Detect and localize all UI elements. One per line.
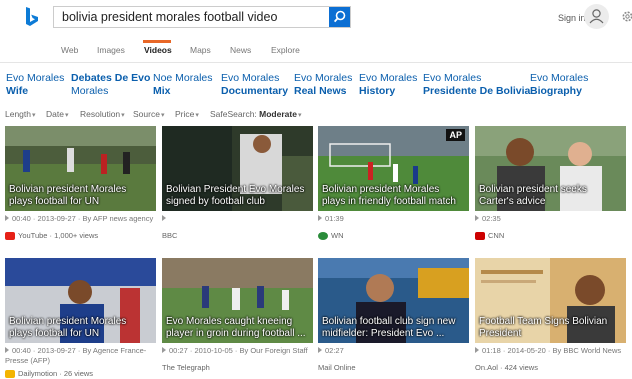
- chevron-down-icon: ▾: [32, 112, 36, 119]
- video-card[interactable]: Evo Morales caught kneeing player in gro…: [162, 258, 313, 372]
- related-search-item[interactable]: Debates De Evo Morales: [71, 72, 150, 98]
- ap-badge: AP: [446, 129, 465, 141]
- play-icon: [318, 347, 322, 353]
- video-card[interactable]: Football Team Signs Bolivian President 0…: [475, 258, 626, 372]
- related-search-item[interactable]: Evo Morales Presidente De Bolivia: [423, 72, 530, 98]
- filter-length[interactable]: Length▾: [5, 109, 36, 119]
- video-meta: 00:27 · 2010-10-05 · By Our Foreign Staf…: [162, 346, 313, 356]
- related-search-item[interactable]: Evo Morales History: [359, 72, 417, 98]
- related-search-item[interactable]: Evo Morales Wife: [6, 72, 64, 98]
- video-title[interactable]: Bolivian football club sign new midfield…: [318, 314, 469, 343]
- gear-icon[interactable]: [621, 10, 632, 23]
- play-icon: [5, 347, 9, 353]
- filter-safesearch[interactable]: SafeSearch: Moderate▾: [210, 109, 301, 119]
- video-meta: [162, 214, 313, 224]
- related-search-item[interactable]: Evo Morales Documentary: [221, 72, 288, 98]
- video-meta: 00:40 · 2013-09-27 · By Agence France-: [5, 346, 156, 356]
- video-title[interactable]: Football Team Signs Bolivian President: [475, 314, 626, 343]
- play-icon: [162, 215, 166, 221]
- video-source[interactable]: On.Aol · 424 views: [475, 363, 626, 372]
- chevron-down-icon: ▾: [195, 112, 199, 119]
- youtube-icon: [5, 231, 15, 240]
- tab-explore[interactable]: Explore: [271, 45, 300, 55]
- search-button[interactable]: [329, 7, 350, 27]
- video-title[interactable]: Bolivian president Morales plays in frie…: [318, 182, 469, 211]
- video-meta: 00:40 · 2013-09-27 · By AFP news agency: [5, 214, 156, 224]
- search-icon: [333, 10, 346, 23]
- video-meta: 01:39: [318, 214, 469, 224]
- video-source[interactable]: WN: [318, 231, 469, 240]
- play-icon: [475, 347, 479, 353]
- video-source[interactable]: BBC: [162, 231, 313, 240]
- avatar-button[interactable]: [584, 4, 609, 29]
- related-search-item[interactable]: Evo Morales Biography: [530, 72, 588, 98]
- video-thumbnail[interactable]: Bolivian president Morales plays footbal…: [5, 258, 156, 343]
- chevron-down-icon: ▾: [64, 112, 69, 119]
- play-icon: [318, 215, 322, 221]
- wn-icon: [318, 231, 328, 240]
- tab-videos[interactable]: Videos: [144, 45, 172, 55]
- video-card[interactable]: Bolivian President Evo Morales signed by…: [162, 126, 313, 240]
- video-card[interactable]: AP Bolivian president Morales plays in f…: [318, 126, 469, 240]
- video-title[interactable]: Bolivian president seeks Carter's advice: [475, 182, 626, 211]
- chevron-down-icon: ▾: [297, 112, 302, 119]
- video-thumbnail[interactable]: Bolivian President Evo Morales signed by…: [162, 126, 313, 211]
- video-thumbnail[interactable]: Football Team Signs Bolivian President: [475, 258, 626, 343]
- tab-maps[interactable]: Maps: [190, 45, 211, 55]
- video-title[interactable]: Evo Morales caught kneeing player in gro…: [162, 314, 313, 343]
- search-input[interactable]: bolivia president morales football video: [62, 10, 277, 24]
- filter-price[interactable]: Price▾: [175, 109, 199, 119]
- video-card[interactable]: Bolivian president Morales plays footbal…: [5, 126, 156, 240]
- header-divider: [0, 62, 632, 63]
- tab-web[interactable]: Web: [61, 45, 78, 55]
- chevron-down-icon: ▾: [121, 112, 125, 119]
- video-card[interactable]: Bolivian football club sign new midfield…: [318, 258, 469, 372]
- video-source[interactable]: Dailymotion · 26 views: [5, 369, 156, 378]
- video-source[interactable]: The Telegraph: [162, 363, 313, 372]
- filter-resolution[interactable]: Resolution▾: [80, 109, 125, 119]
- video-meta: 02:35: [475, 214, 626, 224]
- video-thumbnail[interactable]: Bolivian president seeks Carter's advice: [475, 126, 626, 211]
- filter-date[interactable]: Date▾: [46, 109, 68, 119]
- filter-source[interactable]: Source▾: [133, 109, 164, 119]
- user-icon: [589, 9, 604, 24]
- video-meta: 02:27: [318, 346, 469, 356]
- related-search-item[interactable]: Noe Morales Mix: [153, 72, 213, 98]
- sign-in-link[interactable]: Sign in: [558, 13, 586, 23]
- video-card[interactable]: Bolivian president Morales plays footbal…: [5, 258, 156, 378]
- related-search-item[interactable]: Evo Morales Real News: [294, 72, 352, 98]
- search-box[interactable]: bolivia president morales football video: [53, 6, 351, 28]
- video-source[interactable]: YouTube · 1,000+ views: [5, 231, 156, 240]
- active-tab-indicator: [143, 40, 171, 43]
- tab-images[interactable]: Images: [97, 45, 125, 55]
- play-icon: [162, 347, 166, 353]
- video-card[interactable]: Bolivian president seeks Carter's advice…: [475, 126, 626, 240]
- video-source[interactable]: Mail Online: [318, 363, 469, 372]
- bing-logo[interactable]: [24, 6, 40, 30]
- play-icon: [5, 215, 9, 221]
- tab-news[interactable]: News: [230, 45, 251, 55]
- video-thumbnail[interactable]: Bolivian president Morales plays footbal…: [5, 126, 156, 211]
- video-title[interactable]: Bolivian president Morales plays footbal…: [5, 182, 156, 211]
- video-thumbnail[interactable]: Evo Morales caught kneeing player in gro…: [162, 258, 313, 343]
- dailymotion-icon: [5, 369, 15, 378]
- play-icon: [475, 215, 479, 221]
- cnn-icon: [475, 231, 485, 240]
- video-title[interactable]: Bolivian President Evo Morales signed by…: [162, 182, 313, 211]
- video-title[interactable]: Bolivian president Morales plays footbal…: [5, 314, 156, 343]
- video-thumbnail[interactable]: Bolivian football club sign new midfield…: [318, 258, 469, 343]
- chevron-down-icon: ▾: [160, 112, 165, 119]
- video-meta: 01:18 · 2014-05-20 · By BBC World News: [475, 346, 626, 356]
- video-source[interactable]: CNN: [475, 231, 626, 240]
- video-thumbnail[interactable]: AP Bolivian president Morales plays in f…: [318, 126, 469, 211]
- video-meta-continued: Presse (AFP): [5, 356, 51, 365]
